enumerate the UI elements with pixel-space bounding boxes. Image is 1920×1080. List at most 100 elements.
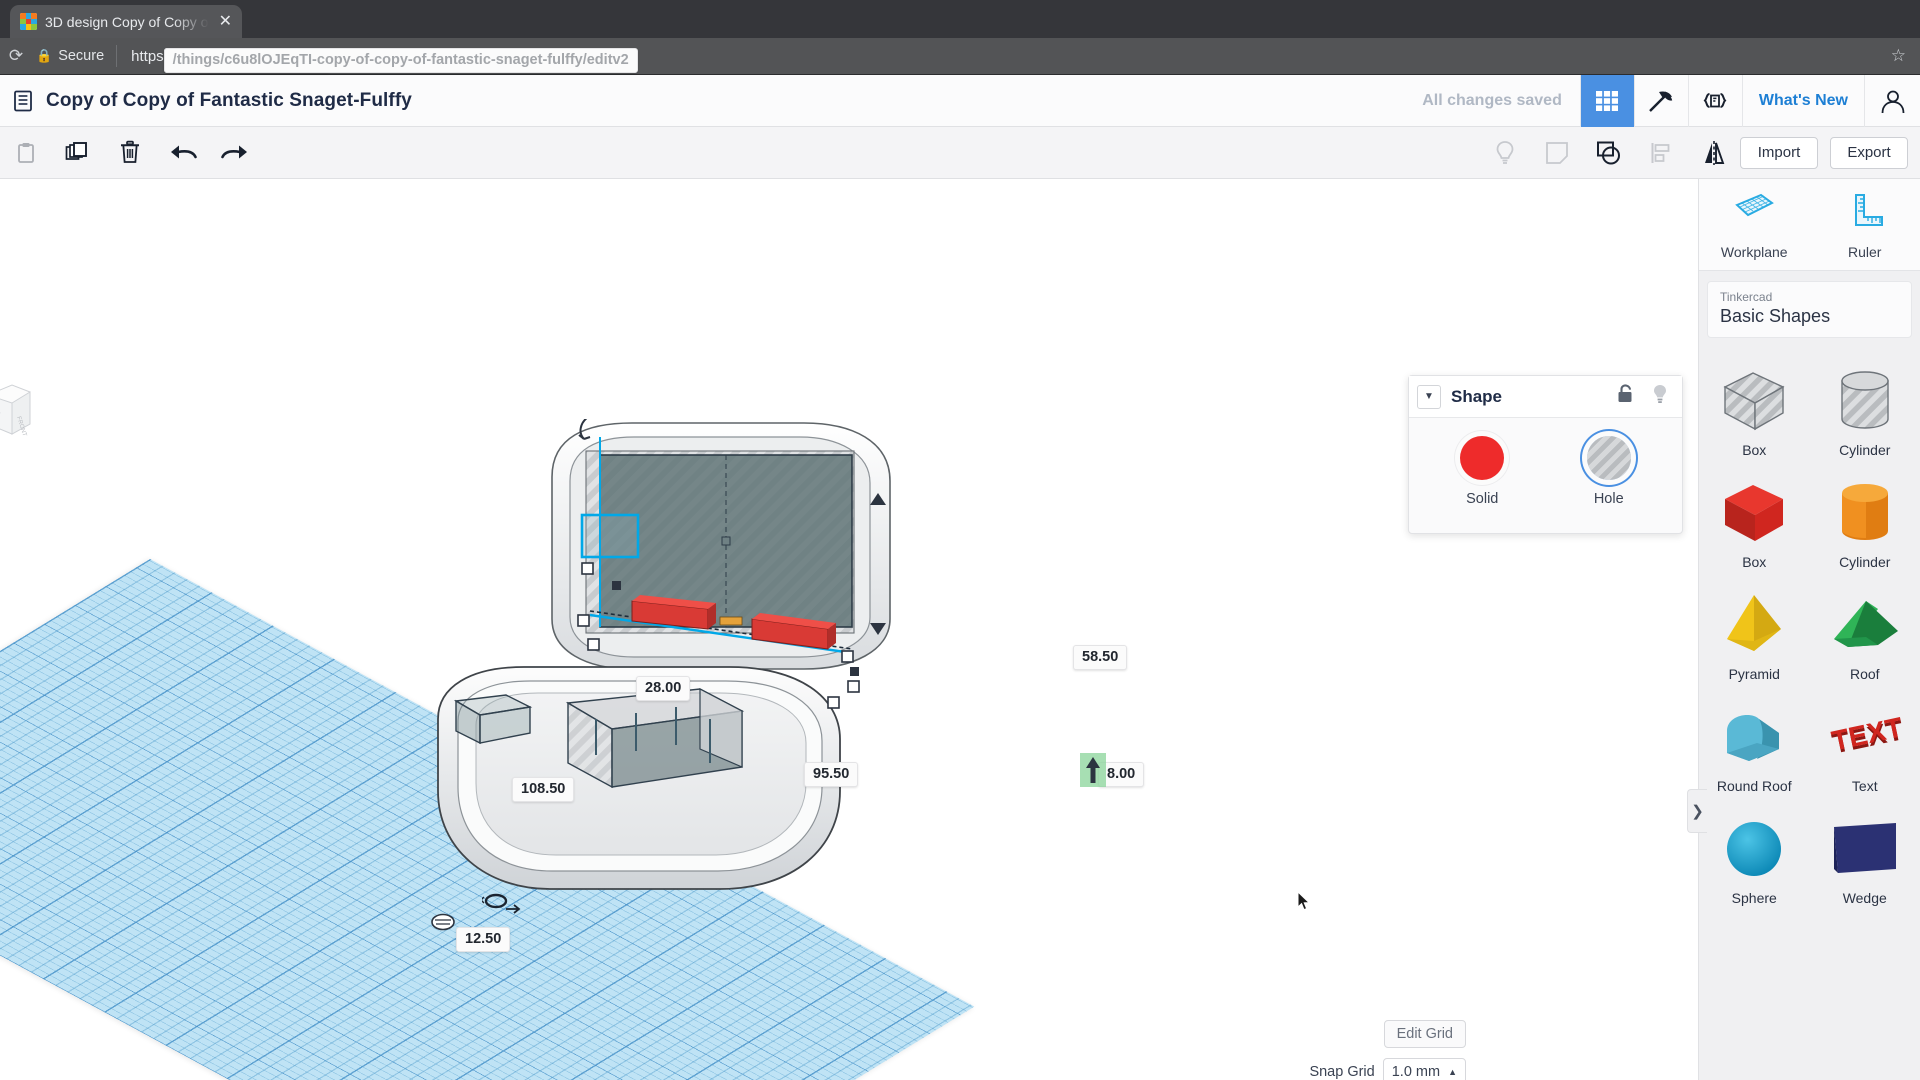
browser-tabstrip: 3D design Copy of Copy of Fa ✕ — [0, 0, 1920, 38]
header-right-cluster: All changes saved What's New — [1404, 74, 1920, 127]
sidebar-tab-ruler[interactable]: Ruler — [1810, 179, 1920, 270]
grid-controls: Edit Grid Snap Grid 1.0 mm ▲ — [1309, 1020, 1466, 1080]
shapes-sidebar: Workplane Ruler Tinkercad Basic Shapes B… — [1698, 179, 1920, 1080]
workplane-origin-marker — [482, 893, 521, 914]
snap-grid-label: Snap Grid — [1309, 1064, 1375, 1080]
shape-item-round-roof[interactable]: Round Roof — [1699, 690, 1810, 800]
dim-length-outer[interactable]: 108.50 — [512, 777, 575, 802]
url-bar[interactable]: https://www.tinkercad.com/things/c6u8lOJ… — [117, 47, 638, 73]
shape-item-wedge[interactable]: Wedge — [1810, 802, 1920, 912]
lightbulb-icon[interactable] — [1479, 140, 1531, 166]
category-kicker: Tinkercad — [1720, 290, 1773, 304]
shape-item-box-label: Box — [1742, 554, 1767, 570]
new-tab-button[interactable] — [248, 12, 284, 38]
site-security-chip[interactable]: 🔒 Secure — [32, 45, 118, 67]
view-cube[interactable]: T FRONT — [0, 379, 32, 437]
bookmark-star-icon[interactable]: ☆ — [1891, 46, 1906, 66]
shape-item-text[interactable]: TEXT TEXT Text — [1810, 690, 1920, 800]
shape-category-selector[interactable]: Tinkercad Basic Shapes — [1707, 281, 1912, 338]
shape-item-roof-label: Roof — [1849, 666, 1880, 682]
edit-toolbar: Import Export — [0, 127, 1920, 179]
shape-panel-header: ▼ Shape — [1409, 376, 1682, 418]
ruler-icon — [1854, 194, 1883, 226]
shape-panel-body: Solid Hole — [1409, 418, 1682, 533]
browser-tab[interactable]: 3D design Copy of Copy of Fa ✕ — [10, 5, 242, 38]
box-thumb — [1699, 476, 1810, 550]
shape-item-box[interactable]: Box — [1699, 466, 1810, 576]
align-icon[interactable] — [1636, 141, 1688, 165]
paste-button[interactable] — [0, 141, 52, 165]
category-name: Basic Shapes — [1720, 306, 1831, 326]
shape-option-hole[interactable]: Hole — [1586, 436, 1631, 507]
workplane-grid-icon — [1735, 193, 1775, 217]
shape-item-pyramid[interactable]: Pyramid — [1699, 578, 1810, 688]
shape-item-cylinder-label: Cylinder — [1839, 554, 1891, 570]
shape-item-cylinder-hole[interactable]: Cylinder — [1810, 354, 1920, 464]
pyramid-thumb — [1699, 588, 1810, 662]
raise-handle-arrow[interactable] — [1080, 753, 1106, 787]
solid-swatch[interactable] — [1460, 436, 1505, 480]
hole-box-small[interactable] — [453, 694, 533, 745]
whats-new-link[interactable]: What's New — [1741, 74, 1864, 127]
reload-icon[interactable]: ⟳ — [0, 46, 32, 66]
solid-label: Solid — [1466, 491, 1499, 507]
edit-toolbar-right: Import Export — [1479, 127, 1920, 178]
hole-swatch[interactable] — [1586, 436, 1631, 480]
dim-height-right[interactable]: 58.50 — [1073, 645, 1128, 670]
browser-omnibox: ⟳ 🔒 Secure https://www.tinkercad.com/thi… — [0, 38, 1920, 75]
case-lid[interactable] — [551, 422, 891, 670]
redo-arrow-icon[interactable] — [209, 142, 261, 164]
shape-inspector-panel[interactable]: ▼ Shape Solid Hole — [1408, 375, 1683, 534]
hole-label: Hole — [1593, 491, 1624, 507]
shape-item-round-roof-label: Round Roof — [1716, 778, 1792, 794]
account-avatar-icon[interactable] — [1864, 74, 1920, 127]
unlocked-padlock-icon[interactable] — [1616, 383, 1636, 410]
lightbulb-icon[interactable] — [1650, 383, 1670, 410]
copy-button[interactable] — [52, 141, 104, 165]
shape-item-sphere[interactable]: Sphere — [1699, 802, 1810, 912]
cylinder-hole-thumb — [1810, 364, 1920, 438]
shape-item-box-hole[interactable]: Box — [1699, 354, 1810, 464]
mirror-icon[interactable] — [1688, 140, 1740, 166]
edit-grid-button[interactable]: Edit Grid — [1383, 1020, 1466, 1048]
trash-icon[interactable] — [104, 140, 156, 165]
blocks-view-button[interactable] — [1579, 74, 1634, 127]
shape-panel-actions — [1616, 383, 1670, 410]
cylinder-thumb — [1810, 476, 1920, 550]
text-thumb: TEXT TEXT — [1810, 700, 1920, 774]
note-icon[interactable] — [1531, 140, 1583, 166]
snap-offset-marker — [431, 913, 455, 931]
save-status: All changes saved — [1422, 91, 1562, 109]
security-label: Secure — [58, 48, 105, 64]
page-title[interactable]: Copy of Copy of Fantastic Snaget-Fulffy — [46, 90, 412, 112]
snap-grid-value: 1.0 mm — [1391, 1064, 1441, 1080]
document-menu-icon[interactable] — [12, 89, 36, 113]
shape-item-cylinder-hole-label: Cylinder — [1839, 442, 1891, 458]
shape-item-roof[interactable]: Roof — [1810, 578, 1920, 688]
snap-grid-row: Snap Grid 1.0 mm ▲ — [1309, 1058, 1466, 1080]
browser-tab-title: 3D design Copy of Copy of Fa — [45, 13, 209, 30]
shape-item-sphere-label: Sphere — [1731, 890, 1777, 906]
shape-option-solid[interactable]: Solid — [1460, 436, 1505, 507]
dim-length-inner[interactable]: 95.50 — [804, 762, 859, 787]
caret-up-icon: ▲ — [1448, 1067, 1457, 1077]
edit-toolbar-left — [0, 127, 261, 178]
group-shapes-icon[interactable] — [1583, 140, 1635, 166]
close-icon[interactable]: ✕ — [217, 13, 234, 30]
codeblocks-button[interactable] — [1633, 74, 1688, 127]
sidebar-collapse-handle[interactable]: ❯ — [1687, 789, 1707, 833]
snap-grid-select[interactable]: 1.0 mm ▲ — [1382, 1058, 1466, 1080]
shape-item-cylinder[interactable]: Cylinder — [1810, 466, 1920, 576]
undo-arrow-icon[interactable] — [157, 142, 209, 164]
app-header: Copy of Copy of Fantastic Snaget-Fulffy … — [0, 74, 1920, 127]
export-button[interactable]: Export — [1830, 136, 1908, 169]
sidebar-tab-workplane[interactable]: Workplane — [1699, 179, 1810, 270]
3d-canvas[interactable]: T FRONT Workplane — [0, 179, 1698, 1080]
dim-depth-left[interactable]: 28.00 — [636, 676, 691, 701]
chevron-down-icon[interactable]: ▼ — [1417, 384, 1441, 409]
embed-code-button[interactable] — [1687, 74, 1742, 127]
box-hole-thumb — [1699, 364, 1810, 438]
import-button[interactable]: Import — [1740, 136, 1818, 169]
round-roof-thumb — [1699, 700, 1810, 774]
shape-panel-title: Shape — [1451, 386, 1503, 406]
